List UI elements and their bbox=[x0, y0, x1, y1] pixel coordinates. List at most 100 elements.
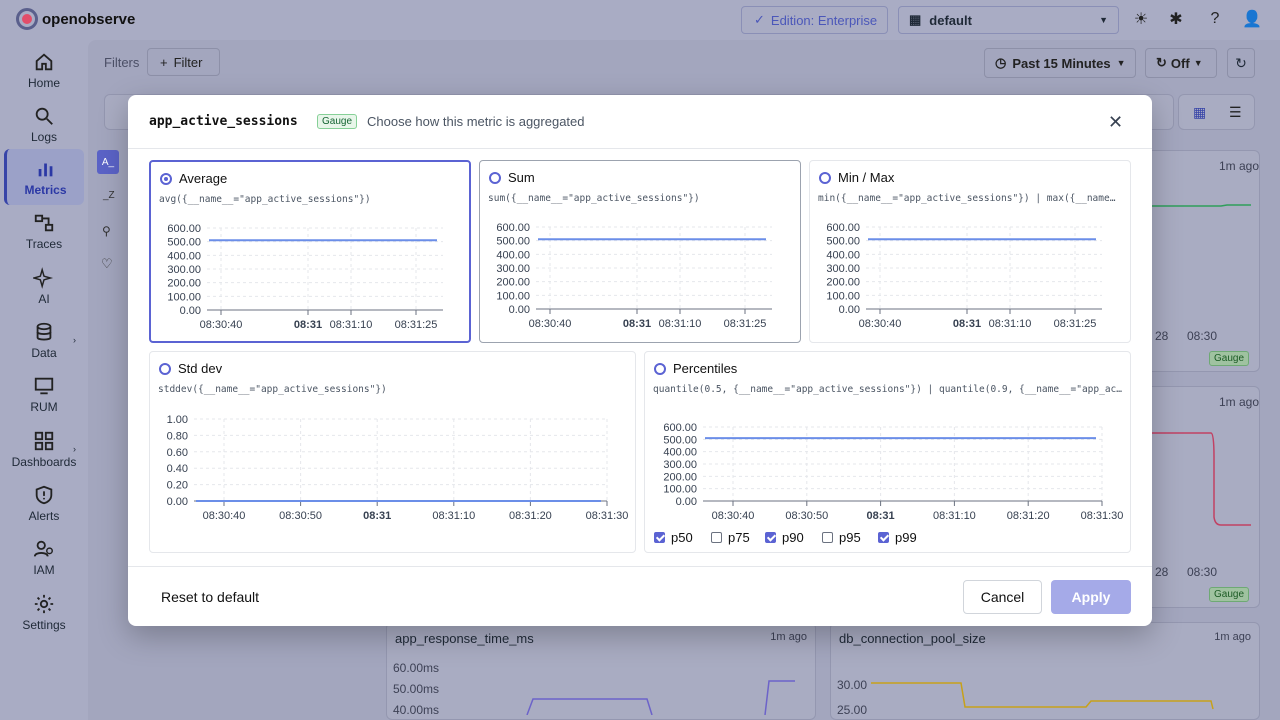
y-tick-label: 400.00 bbox=[826, 249, 860, 261]
option-average[interactable]: Average avg({__name__="app_active_sessio… bbox=[149, 160, 471, 343]
x-tick-label: 08:31 bbox=[623, 318, 651, 330]
x-tick-label: 08:31 bbox=[953, 318, 981, 330]
checkbox[interactable] bbox=[765, 532, 776, 543]
sidebar-item-label: Metrics bbox=[24, 182, 67, 197]
sidebar-item-dashboards[interactable]: Dashboards › bbox=[4, 424, 84, 474]
panel-time: 1m ago bbox=[1218, 159, 1259, 173]
auto-refresh-button[interactable]: ↻ Off ▼ bbox=[1145, 48, 1217, 78]
sidebar-item-settings[interactable]: Settings bbox=[4, 587, 84, 637]
x-tick-label: 08:30:40 bbox=[712, 510, 755, 522]
sidebar-item-label: IAM bbox=[33, 562, 55, 577]
x-tick-label: 08:30:50 bbox=[785, 510, 828, 522]
query-tab-a[interactable]: A_ bbox=[97, 150, 119, 174]
sidebar-item-label: Traces bbox=[25, 236, 63, 251]
filter-button-label: Filter bbox=[173, 54, 203, 70]
option-sum[interactable]: Sum sum({__name__="app_active_sessions"}… bbox=[479, 160, 801, 343]
list-view-icon[interactable]: ☰ bbox=[1229, 104, 1242, 121]
edition-button[interactable]: ✓ Edition: Enterprise bbox=[741, 6, 888, 34]
chevron-right-icon: › bbox=[73, 444, 76, 454]
option-std-dev[interactable]: Std dev stddev({__name__="app_active_ses… bbox=[149, 351, 636, 553]
y-tick-label: 100.00 bbox=[826, 290, 860, 302]
sidebar-item-label: Logs bbox=[30, 129, 58, 144]
panel-x-tick: 28 bbox=[1155, 565, 1169, 579]
sidebar-item-label: Settings bbox=[22, 617, 66, 632]
aggregation-dialog: app_active_sessions Gauge Choose how thi… bbox=[128, 95, 1152, 626]
checkbox[interactable] bbox=[878, 532, 889, 543]
y-tick-label: 500.00 bbox=[826, 236, 860, 248]
y-tick-label: 300.00 bbox=[496, 263, 530, 275]
help-icon[interactable]: ? bbox=[1204, 8, 1226, 30]
search-icon bbox=[35, 107, 53, 125]
sidebar-item-label: RUM bbox=[30, 399, 58, 414]
percentile-p90[interactable]: p90 bbox=[765, 530, 804, 545]
sidebar-item-alerts[interactable]: Alerts bbox=[4, 478, 84, 528]
shield-icon bbox=[35, 485, 53, 504]
app-logo[interactable]: openobserve bbox=[16, 8, 135, 30]
y-tick-label: 0.00 bbox=[839, 304, 860, 316]
sidebar-item-traces[interactable]: Traces bbox=[4, 206, 84, 256]
y-tick-label: 100.00 bbox=[663, 484, 697, 496]
filters-label: Filters bbox=[104, 55, 140, 70]
app-name: openobserve bbox=[42, 10, 136, 28]
refresh-icon: ↻ bbox=[1156, 55, 1167, 70]
sidebar-item-home[interactable]: Home bbox=[4, 45, 84, 95]
y-tick-label: 200.00 bbox=[496, 277, 530, 289]
refresh-button[interactable]: ↻ bbox=[1227, 48, 1255, 78]
y-tick-label: 0.00 bbox=[180, 305, 201, 317]
sidebar-item-metrics[interactable]: Metrics bbox=[4, 149, 84, 205]
panel-time: 1m ago bbox=[770, 631, 807, 643]
y-tick-label: 200.00 bbox=[663, 471, 697, 483]
panel-y-tick: 30.00 bbox=[837, 678, 868, 692]
percentile-label: p99 bbox=[895, 530, 917, 545]
query-tab-z[interactable]: _Z bbox=[103, 190, 115, 201]
time-range-button[interactable]: ◷ Past 15 Minutes ▼ bbox=[984, 48, 1136, 78]
option-percentiles[interactable]: Percentiles quantile(0.5, {__name__="app… bbox=[644, 351, 1131, 553]
sidebar-item-logs[interactable]: Logs bbox=[4, 99, 84, 149]
users-icon bbox=[33, 540, 53, 557]
y-tick-label: 600.00 bbox=[663, 422, 697, 434]
database-icon bbox=[36, 322, 52, 340]
y-tick-label: 200.00 bbox=[826, 277, 860, 289]
panel-y-tick: 25.00 bbox=[837, 703, 868, 717]
y-tick-label: 0.80 bbox=[167, 430, 188, 442]
option-min-max[interactable]: Min / Max min({__name__="app_active_sess… bbox=[809, 160, 1131, 343]
org-selector[interactable]: ▦ default ▼ bbox=[898, 6, 1119, 34]
y-tick-label: 1.00 bbox=[167, 414, 188, 426]
background-panel-4: db_connection_pool_size 1m ago 30.00 25.… bbox=[830, 622, 1260, 720]
y-tick-label: 400.00 bbox=[663, 447, 697, 459]
percentiles-chart: 600.00500.00400.00300.00200.00100.000.00… bbox=[663, 422, 1123, 522]
add-filter-button[interactable]: + Filter bbox=[147, 48, 220, 76]
user-icon[interactable]: 👤 bbox=[1241, 8, 1263, 30]
checkbox[interactable] bbox=[822, 532, 833, 543]
panel-time: 1m ago bbox=[1214, 631, 1251, 643]
filter-icon[interactable]: ⚲ bbox=[102, 224, 111, 238]
checkbox[interactable] bbox=[711, 532, 722, 543]
close-icon[interactable]: ✕ bbox=[1108, 112, 1123, 133]
y-tick-label: 0.00 bbox=[676, 496, 697, 508]
sidebar-item-ai[interactable]: AI bbox=[4, 261, 84, 311]
chevron-right-icon: › bbox=[73, 335, 76, 345]
percentile-p50[interactable]: p50 bbox=[654, 530, 693, 545]
cancel-button[interactable]: Cancel bbox=[963, 580, 1042, 614]
percentile-p75[interactable]: p75 bbox=[711, 530, 750, 545]
percentile-p95[interactable]: p95 bbox=[822, 530, 861, 545]
panel-x-tick: 28 bbox=[1155, 329, 1169, 343]
grid-view-icon[interactable]: ▦ bbox=[1193, 104, 1206, 121]
x-tick-label: 08:30:40 bbox=[200, 319, 243, 331]
checkbox[interactable] bbox=[654, 532, 665, 543]
view-toggle[interactable]: ▦ ☰ bbox=[1178, 94, 1255, 130]
panel-line bbox=[1151, 432, 1251, 526]
gauge-badge: Gauge bbox=[1209, 587, 1250, 602]
slack-icon[interactable]: ✱ bbox=[1165, 8, 1187, 30]
sidebar-item-iam[interactable]: IAM bbox=[4, 532, 84, 582]
sidebar: Home Logs Metrics Traces AI Data › RUM D… bbox=[0, 40, 88, 720]
sidebar-item-rum[interactable]: RUM bbox=[4, 369, 84, 419]
percentile-p99[interactable]: p99 bbox=[878, 530, 917, 545]
heart-icon[interactable]: ♡ bbox=[101, 256, 113, 272]
apply-button[interactable]: Apply bbox=[1051, 580, 1131, 614]
background-panel-1: 1m ago 28 08:30 Gauge bbox=[1140, 150, 1260, 372]
bar-chart-icon bbox=[38, 163, 52, 176]
theme-sun-icon[interactable]: ☀ bbox=[1130, 8, 1152, 30]
reset-to-default-button[interactable]: Reset to default bbox=[161, 589, 259, 605]
sidebar-item-data[interactable]: Data › bbox=[4, 315, 84, 365]
